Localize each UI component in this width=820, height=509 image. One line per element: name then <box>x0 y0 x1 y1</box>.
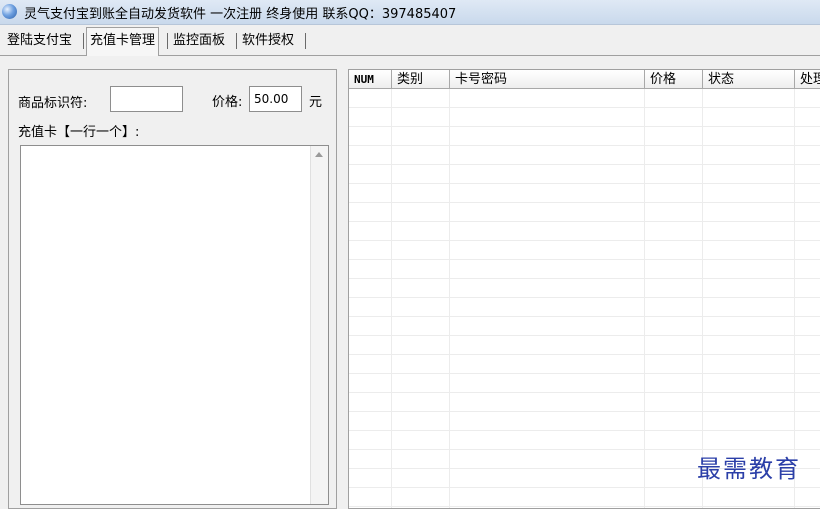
price-unit: 元 <box>309 95 323 110</box>
price-input[interactable] <box>249 86 302 112</box>
column-header-status[interactable]: 状态 <box>703 70 795 89</box>
app-globe-icon <box>2 4 17 19</box>
tab-software-license[interactable]: 软件授权 <box>239 29 297 53</box>
price-label: 价格: <box>212 95 243 110</box>
column-header-process[interactable]: 处理 <box>795 70 820 89</box>
watermark-text: 最需教育 <box>697 455 801 483</box>
tab-separator <box>83 33 84 49</box>
tab-login-alipay[interactable]: 登陆支付宝 <box>4 29 75 53</box>
product-id-input[interactable] <box>110 86 183 112</box>
scroll-up-arrow-icon[interactable] <box>315 152 323 157</box>
tab-monitor-panel[interactable]: 监控面板 <box>170 29 228 53</box>
card-list-grid[interactable]: NUM 类别 卡号密码 价格 状态 处理 <box>348 69 820 509</box>
window-title: 灵气支付宝到账全自动发货软件 一次注册 终身使用 联系QQ：397485407 <box>24 7 457 22</box>
product-id-label: 商品标识符: <box>18 96 88 111</box>
cards-textarea[interactable] <box>20 145 329 505</box>
column-header-price[interactable]: 价格 <box>645 70 703 89</box>
column-header-num[interactable]: NUM <box>349 70 392 89</box>
cards-label: 充值卡【一行一个】: <box>18 125 140 140</box>
cards-scrollbar[interactable] <box>310 146 328 504</box>
grid-body[interactable] <box>349 89 820 508</box>
card-input-panel: 商品标识符: 价格: 元 充值卡【一行一个】: <box>8 69 337 509</box>
tab-bar: 登陆支付宝 充值卡管理 监控面板 软件授权 <box>0 25 820 56</box>
tab-separator <box>236 33 237 49</box>
tab-separator <box>305 33 306 49</box>
column-header-card-password[interactable]: 卡号密码 <box>450 70 645 89</box>
tab-card-management[interactable]: 充值卡管理 <box>86 27 160 56</box>
title-bar: 灵气支付宝到账全自动发货软件 一次注册 终身使用 联系QQ：397485407 <box>0 0 820 25</box>
column-header-category[interactable]: 类别 <box>392 70 450 89</box>
tab-separator <box>167 33 168 49</box>
